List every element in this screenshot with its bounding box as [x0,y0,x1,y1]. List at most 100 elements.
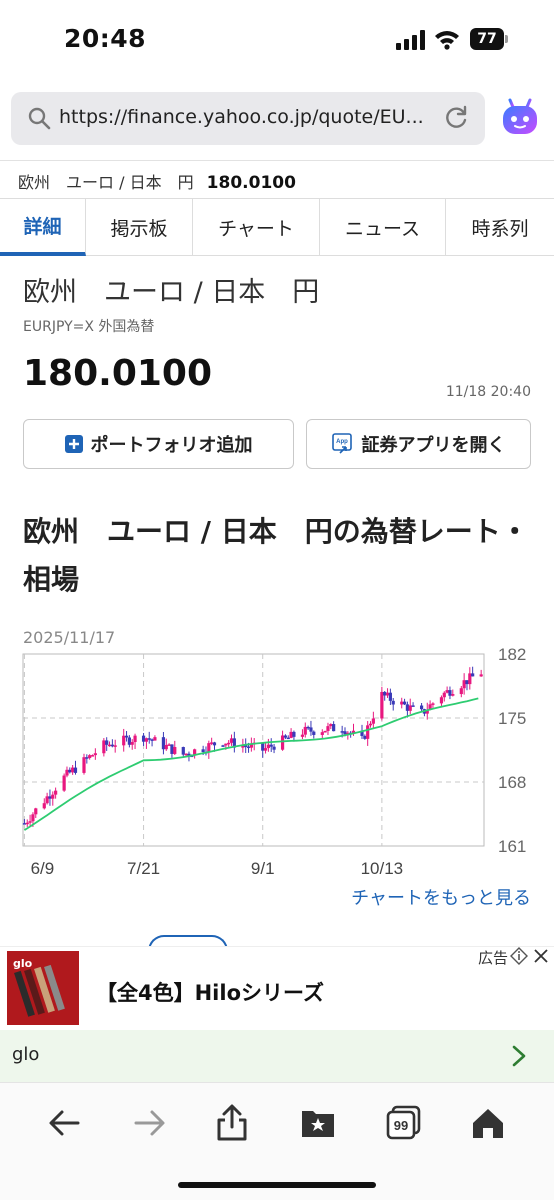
ad-label: 広告 [478,949,509,967]
candle-up [133,735,137,743]
candle-down [127,737,131,745]
candle-up [90,755,95,757]
candle-up [54,790,58,795]
candle-up [385,692,390,696]
candle-up [289,731,293,738]
candle-up [153,737,157,741]
candle-up [371,718,375,724]
search-icon [28,107,51,130]
share-icon[interactable] [212,1103,252,1143]
battery-level: 77 [470,28,504,50]
home-indicator [178,1182,376,1188]
candle-down [448,690,452,696]
candle-up [130,742,134,745]
candle-up [323,730,327,733]
tab-chart[interactable]: チャート [193,199,320,256]
bookmarks-icon[interactable] [298,1103,338,1143]
candle-down [465,680,469,685]
candle-up [380,691,384,719]
open-app-button[interactable]: App 証券アプリを開く [306,419,531,469]
more-chart-link[interactable]: チャートをもっと見る [351,884,531,910]
tab-board[interactable]: 掲示板 [86,199,193,256]
status-time: 20:48 [64,24,147,53]
candle-up [25,822,29,825]
candle-down [141,735,146,742]
candle-down [68,769,72,773]
tabs-count: 99 [394,1118,408,1133]
svg-text:App: App [336,439,348,445]
y-tick-label: 175 [498,709,526,728]
candle-down [405,704,410,711]
assistant-app-icon[interactable] [500,98,540,138]
tab-details[interactable]: 詳細 [0,199,86,256]
ad-image[interactable]: glo [7,951,79,1025]
candle-up [107,744,112,747]
candle-up [173,747,177,754]
ad-info-icon[interactable] [510,947,528,965]
section-title: 欧州 ユーロ / 日本 円の為替レート・相場 [23,515,529,596]
candle-up [224,743,228,746]
candle-down [286,737,290,740]
add-portfolio-label: ポートフォリオ追加 [90,435,253,456]
candle-down [212,742,217,746]
candle-up [31,814,35,822]
candle-down [161,737,166,750]
app-icon: App [331,433,352,454]
status-bar: 20:48 77 [0,0,554,80]
tab-timeseries[interactable]: 時系列 [446,199,554,256]
ad-banner[interactable]: glo 【全4色】Hiloシリーズ 広告 [0,946,554,1030]
candle-down [85,757,89,759]
wifi-icon [435,31,459,50]
candle-up [400,701,404,705]
candle-up [210,742,214,744]
candle-up [88,755,92,759]
page-subtitle: EURJPY=X 外国為替 [23,319,155,335]
candle-down [246,746,251,749]
forward-icon[interactable] [130,1103,170,1143]
candle-up [113,745,117,747]
candle-down [73,767,78,773]
candle-up [451,694,455,696]
chevron-right-icon [512,1045,526,1067]
add-portfolio-button[interactable]: ポートフォリオ追加 [23,419,294,469]
tabs-icon[interactable]: 99 [384,1103,424,1143]
candle-up [207,743,211,753]
candle-down [363,735,367,739]
quote-header: 欧州 ユーロ / 日本 円 180.0100 [18,169,296,193]
address-bar[interactable]: https://finance.yahoo.co.jp/quote/EU... [11,92,485,145]
candle-up [300,734,305,737]
candle-up [28,821,32,823]
reload-icon[interactable] [443,105,469,131]
price-chart[interactable]: 182 175 168 161 6/9 7/21 9/1 10/13 [0,640,554,880]
candle-down [383,691,387,696]
candle-up [263,748,268,751]
candle-up [329,724,333,727]
quote-header-name: 欧州 ユーロ / 日本 円 [18,173,194,192]
close-icon[interactable] [532,947,550,965]
candle-up [122,735,126,746]
candle-down [105,740,109,745]
candle-down [471,673,475,677]
candle-up [62,775,66,791]
ad-title[interactable]: 【全4色】Hiloシリーズ [96,977,324,1007]
candle-down [411,705,415,707]
candle-up [102,740,106,754]
back-icon[interactable] [44,1103,84,1143]
tab-news[interactable]: ニュース [320,199,446,256]
candle-up [144,738,149,742]
ad-brand: glo [12,1044,40,1065]
plus-icon [64,435,83,453]
candle-up [42,803,46,809]
candle-up [462,680,466,689]
candle-up [366,725,370,739]
home-icon[interactable] [468,1103,508,1143]
tab-bar: 詳細 掲示板 チャート ニュース 時系列 [0,198,554,256]
candle-up [408,705,412,711]
open-app-label: 証券アプリを開く [361,435,506,456]
x-tick-label: 6/9 [31,859,55,878]
candle-down [201,749,205,753]
candle-down [419,705,424,710]
candle-up [280,735,285,750]
ad-link-bar[interactable]: glo [0,1030,554,1082]
battery-icon: 77 [470,28,510,52]
